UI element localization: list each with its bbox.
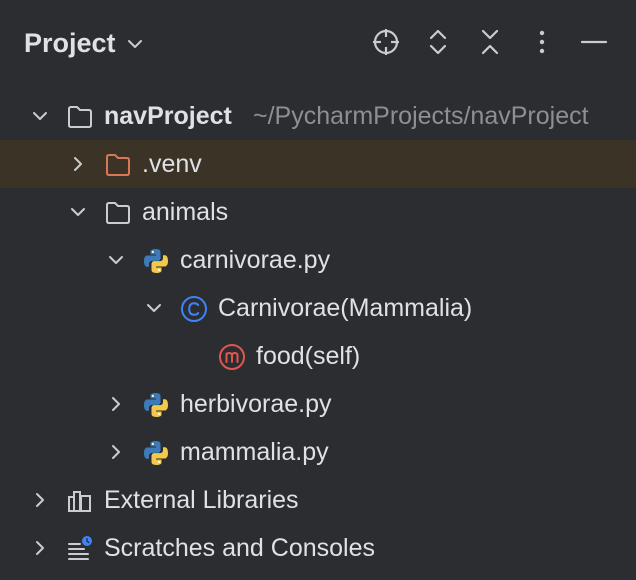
scratches-icon [66,535,94,563]
folder-icon [104,199,132,227]
tree-item-carnivorae-file[interactable]: carnivorae.py [0,236,636,284]
chevron-down-icon[interactable] [144,298,164,318]
tree-item-label: Scratches and Consoles [104,534,375,562]
tree-item-root[interactable]: navProject ~/PycharmProjects/navProject [0,92,636,140]
tree-item-animals[interactable]: animals [0,188,636,236]
chevron-right-icon[interactable] [30,538,50,558]
tree-item-label: carnivorae.py [180,246,331,274]
tree-item-label: Carnivorae(Mammalia) [218,294,473,322]
chevron-down-icon[interactable] [124,33,146,55]
tool-window-title[interactable]: Project [24,26,116,60]
chevron-right-icon[interactable] [106,442,126,462]
tree-item-carnivorae-class[interactable]: Carnivorae(Mammalia) [0,284,636,332]
chevron-down-icon[interactable] [68,202,88,222]
locate-icon[interactable] [368,24,404,60]
library-icon [66,487,94,515]
tree-item-label: herbivorae.py [180,390,332,418]
tree-item-external-libraries[interactable]: External Libraries [0,476,636,524]
excluded-folder-icon [104,151,132,179]
tree-item-herbivorae-file[interactable]: herbivorae.py [0,380,636,428]
folder-icon [66,103,94,131]
chevron-down-icon[interactable] [106,250,126,270]
tree-item-label: navProject [104,102,232,130]
python-file-icon [142,391,170,419]
expand-all-icon[interactable] [420,24,456,60]
tree-item-mammalia-file[interactable]: mammalia.py [0,428,636,476]
tree-item-label: .venv [142,150,202,178]
tree-item-food-method[interactable]: food(self) [0,332,636,380]
tree-item-venv[interactable]: .venv [0,140,636,188]
chevron-right-icon[interactable] [68,154,88,174]
collapse-all-icon[interactable] [472,24,508,60]
project-tool-window: Project navProject ~/PycharmProjects/nav… [0,0,636,580]
tree-item-label: External Libraries [104,486,299,514]
tree-item-scratches[interactable]: Scratches and Consoles [0,524,636,572]
python-file-icon [142,247,170,275]
chevron-right-icon[interactable] [106,394,126,414]
tree-item-label: animals [142,198,229,226]
project-path: ~/PycharmProjects/navProject [253,102,589,130]
chevron-right-icon[interactable] [30,490,50,510]
hide-icon[interactable] [576,24,612,60]
tool-window-header: Project [0,0,636,86]
more-options-icon[interactable] [524,24,560,60]
python-file-icon [142,439,170,467]
tree-item-label: food(self) [256,342,361,370]
tree-item-label: mammalia.py [180,438,329,466]
chevron-down-icon[interactable] [30,106,50,126]
method-icon [218,343,246,371]
class-icon [180,295,208,323]
